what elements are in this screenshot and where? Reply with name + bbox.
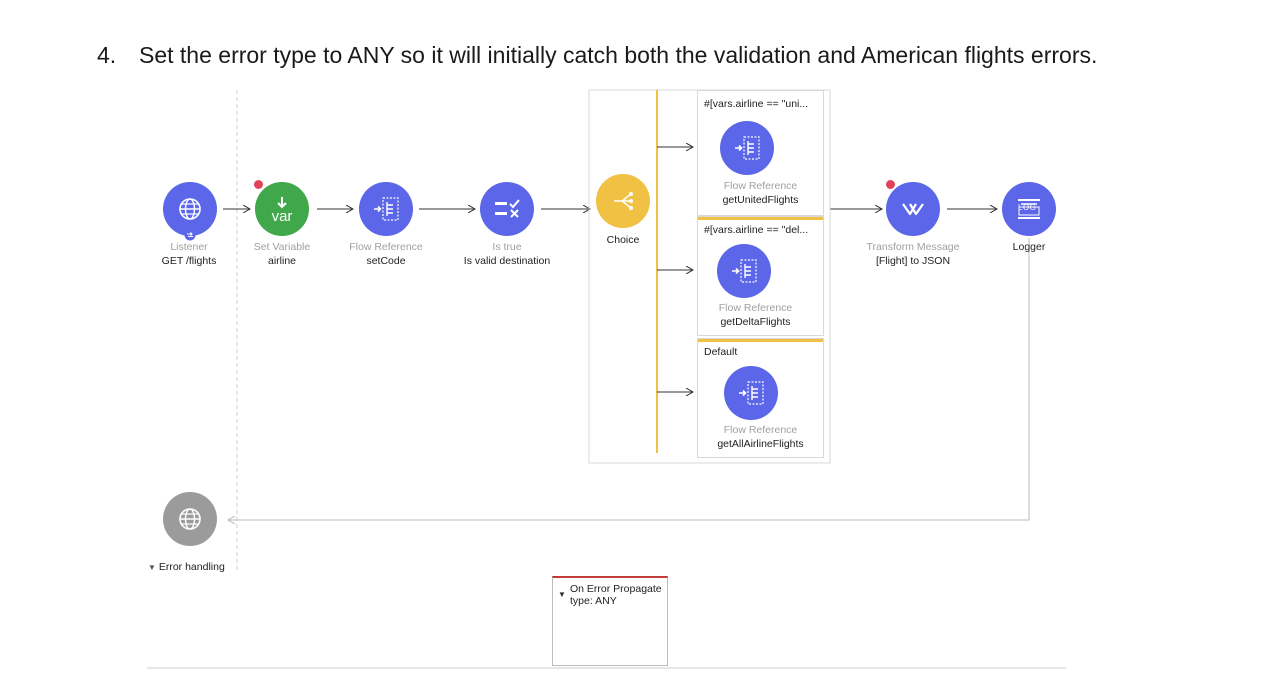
choice-route-2[interactable]: #[vars.airline == "del... Flow Reference… (697, 216, 824, 336)
route-condition: #[vars.airline == "del... (704, 224, 809, 236)
route-condition: #[vars.airline == "uni... (704, 98, 809, 110)
choice-route-default[interactable]: Default Flow Reference getAllAirlineFlig… (697, 338, 824, 458)
flow-reference-setcode-name: setCode (366, 255, 406, 267)
error-handler-title: On Error Propagate (570, 583, 662, 595)
route-divider (698, 339, 823, 342)
flow-reference-icon (732, 259, 757, 283)
set-variable-type: Set Variable (253, 241, 311, 253)
set-variable-node[interactable]: var (255, 182, 309, 236)
listener-type: Listener (170, 241, 208, 253)
transform-icon (902, 203, 924, 216)
globe-icon (179, 508, 201, 530)
validation-icon (495, 199, 520, 218)
triangle-down-icon: ▼ (148, 563, 156, 572)
is-true-type: Is true (492, 241, 522, 253)
route-condition: Default (704, 346, 738, 358)
flow-reference-united-node[interactable] (720, 121, 774, 175)
choice-node[interactable] (596, 174, 650, 228)
route-type: Flow Reference (723, 180, 798, 192)
flow-reference-icon (735, 136, 760, 160)
logger-icon-text: LOG (1018, 203, 1037, 212)
transform-message-type: Transform Message (866, 241, 960, 253)
route-name: getAllAirlineFlights (717, 438, 804, 450)
listener-response-node[interactable] (163, 492, 217, 546)
globe-icon (179, 198, 201, 220)
is-true-name: Is valid destination (463, 255, 551, 267)
logger-name: Logger (1012, 241, 1046, 253)
flow-reference-setcode-node[interactable] (359, 182, 413, 236)
route-type: Flow Reference (723, 424, 798, 436)
choice-route-1[interactable]: #[vars.airline == "uni... Flow Reference… (697, 90, 824, 216)
error-handler-type: type: ANY (570, 595, 617, 607)
breakpoint-marker[interactable] (254, 180, 263, 189)
route-divider (698, 217, 823, 220)
set-variable-name: airline (267, 255, 297, 267)
error-handling-label: Error handling (158, 561, 225, 573)
transform-message-name: [Flight] to JSON (875, 255, 951, 267)
error-handling-toggle[interactable]: ▼ Error handling (148, 561, 225, 573)
route-name: getUnitedFlights (722, 194, 799, 206)
arrow-down-icon (277, 196, 287, 208)
on-error-propagate-scope[interactable]: ▼ On Error Propagate type: ANY (552, 576, 668, 666)
choice-icon (614, 192, 633, 210)
choice-name: Choice (606, 234, 640, 246)
var-icon-text: var (271, 207, 293, 225)
route-type: Flow Reference (718, 302, 793, 314)
route-name: getDeltaFlights (720, 316, 791, 328)
flow-reference-icon (374, 197, 399, 221)
triangle-down-icon: ▼ (558, 590, 566, 599)
listener-name: GET /flights (161, 255, 217, 267)
flow-reference-all-node[interactable] (724, 366, 778, 420)
sync-icon (184, 229, 196, 241)
flow-reference-delta-node[interactable] (717, 244, 771, 298)
flow-reference-setcode-type: Flow Reference (349, 241, 423, 253)
is-true-node[interactable] (480, 182, 534, 236)
flow-reference-icon (739, 381, 764, 405)
listener-node[interactable] (163, 182, 217, 236)
breakpoint-marker[interactable] (886, 180, 895, 189)
transform-message-node[interactable] (886, 182, 940, 236)
